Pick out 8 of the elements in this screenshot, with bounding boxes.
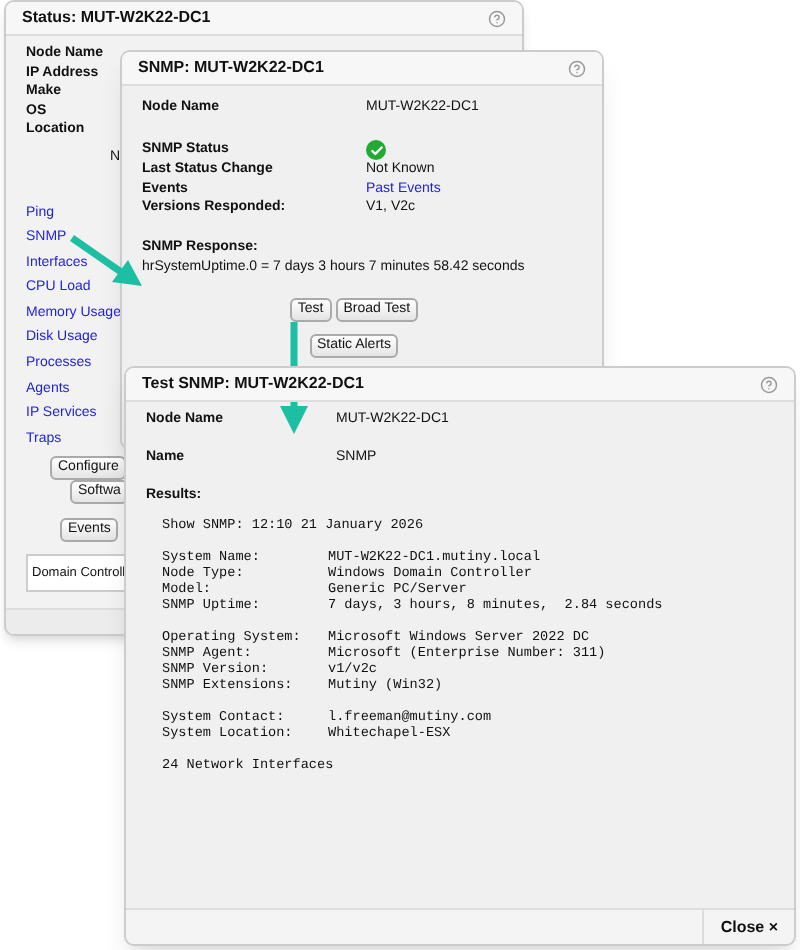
help-icon[interactable] — [760, 375, 778, 393]
help-icon[interactable] — [488, 9, 506, 27]
window-title: Test SNMP: MUT-W2K22-DC1 — [142, 372, 364, 396]
window-title: SNMP: MUT-W2K22-DC1 — [138, 56, 324, 80]
window-title: Status: MUT-W2K22-DC1 — [22, 6, 211, 30]
arrow-head — [280, 402, 308, 434]
help-icon[interactable] — [568, 59, 586, 77]
close-button[interactable]: Close × — [702, 910, 794, 944]
